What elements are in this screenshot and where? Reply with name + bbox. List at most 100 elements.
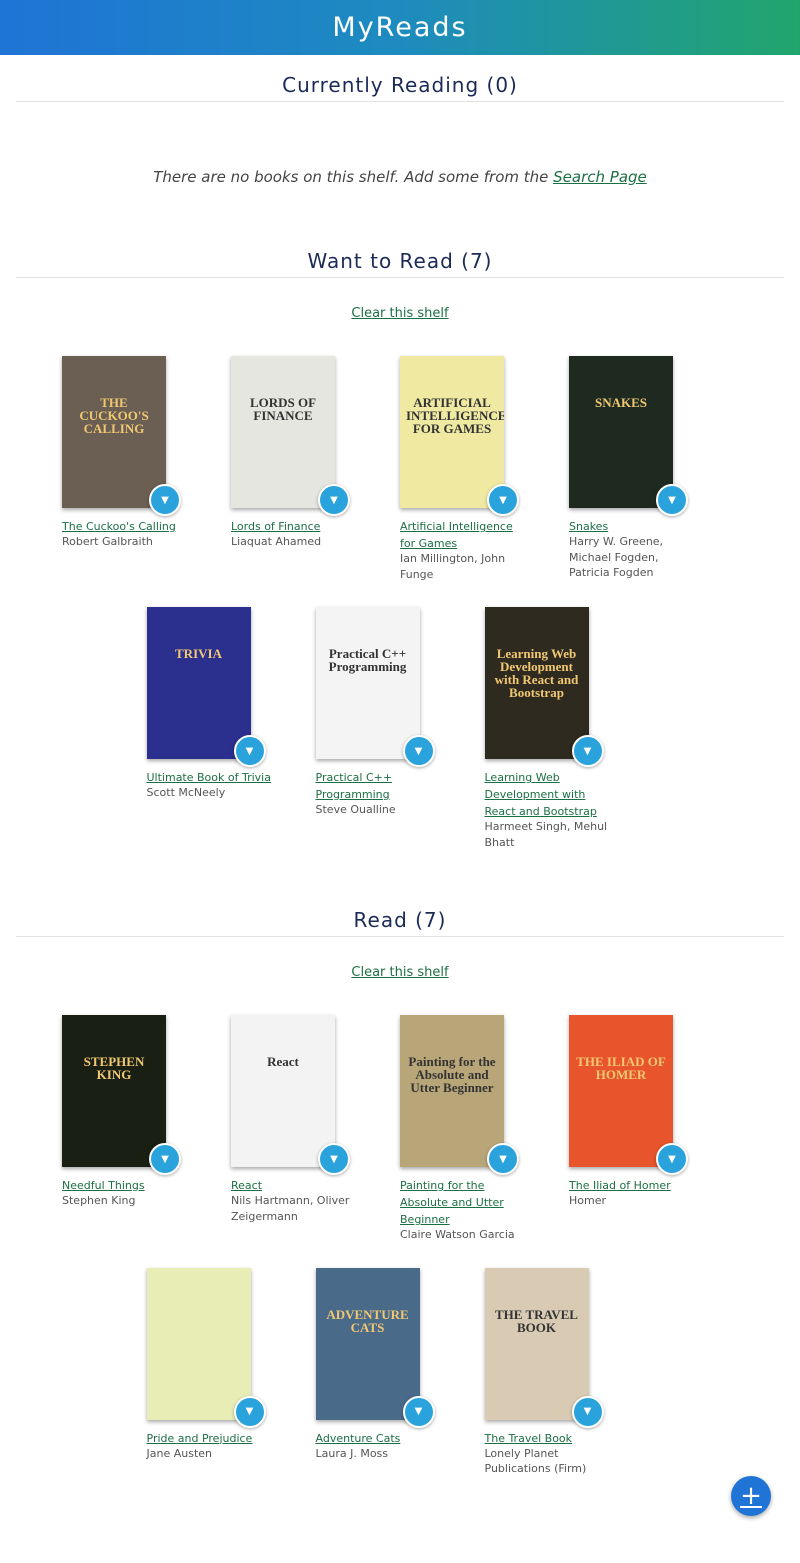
book-title-wrap: Pride and Prejudice xyxy=(147,1429,277,1446)
shelf-changer-button[interactable]: ▼ xyxy=(233,1395,266,1428)
book-title-link[interactable]: Lords of Finance xyxy=(231,520,320,533)
shelf-changer-button[interactable]: ▼ xyxy=(487,484,519,516)
book-title-wrap: Lords of Finance xyxy=(231,517,361,534)
book-authors: Stephen King xyxy=(62,1194,136,1207)
book-title-wrap: The Iliad of Homer xyxy=(569,1176,699,1193)
book-top: Practical C++ Programming ▼ xyxy=(315,607,435,767)
book-card: ARTIFICIAL INTELLIGENCE FOR GAMES ▼ Artifi… xyxy=(400,356,569,582)
book-cover[interactable]: THE CUCKOO'S CALLING xyxy=(62,356,166,508)
book-authors: Claire Watson Garcia xyxy=(400,1228,515,1241)
book-card: TRIVIA ▼ Ultimate Book of Trivia Scott McNe… xyxy=(146,607,316,850)
shelf-changer-button[interactable]: ▼ xyxy=(318,484,350,516)
book-title-link[interactable]: The Iliad of Homer xyxy=(569,1179,671,1192)
shelf-changer-button[interactable]: ▼ xyxy=(571,735,604,767)
book-authors: Ian Millington, John Funge xyxy=(400,552,506,581)
cover-text: LORDS OF FINANCE xyxy=(249,395,317,423)
book-top: STEPHEN KING ▼ xyxy=(62,1015,181,1175)
cover-text: STEPHEN KING xyxy=(83,1054,145,1082)
cover-text: ADVENTURE CATS xyxy=(326,1306,409,1335)
book-cover[interactable]: Learning Web Development with React and … xyxy=(484,607,589,759)
book-authors: Lonely Planet Publications (Firm) xyxy=(484,1446,587,1476)
add-book-button[interactable]: + xyxy=(731,1476,771,1516)
book-title-wrap: The Cuckoo's Calling xyxy=(62,517,192,534)
plus-icon: + xyxy=(740,1481,762,1511)
book-cover[interactable]: THE TRAVEL BOOK xyxy=(484,1267,589,1420)
arrow-drop-down-icon: ▼ xyxy=(583,745,592,757)
shelf-changer-button[interactable]: ▼ xyxy=(487,1143,519,1175)
cover-text: Learning Web Development with React and … xyxy=(494,646,579,700)
book-title-link[interactable]: React xyxy=(231,1179,262,1192)
shelf-changer-button[interactable]: ▼ xyxy=(656,1143,688,1175)
book-authors: Homer xyxy=(569,1194,607,1207)
book-cover[interactable]: ADVENTURE CATS xyxy=(315,1267,420,1420)
book-title-link[interactable]: Needful Things xyxy=(62,1179,145,1192)
book-card: THE CUCKOO'S CALLING ▼ The Cuckoo's Callin… xyxy=(62,356,231,582)
shelf-changer-button[interactable]: ▼ xyxy=(233,735,266,767)
arrow-drop-down-icon: ▼ xyxy=(583,1406,592,1417)
shelf-title: Read (7) xyxy=(16,908,784,937)
book-title-link[interactable]: Pride and Prejudice xyxy=(147,1432,253,1445)
book-authors: Nils Hartmann, Oliver Zeigermann xyxy=(231,1194,350,1223)
book-card: ▼ Pride and Prejudice Jane Austen xyxy=(146,1267,316,1477)
arrow-drop-down-icon: ▼ xyxy=(499,494,507,506)
book-title-link[interactable]: Painting for the Absolute and Utter Begi… xyxy=(400,1179,504,1226)
book-cover[interactable]: Painting for the Absolute and Utter Begi… xyxy=(400,1015,504,1167)
book-cover[interactable]: LORDS OF FINANCE xyxy=(231,356,335,508)
book-authors: Harry W. Greene, Michael Fogden, Patrici… xyxy=(569,535,664,579)
book-cover[interactable]: TRIVIA xyxy=(146,607,251,759)
search-page-link[interactable]: Search Page xyxy=(553,168,647,186)
book-cover[interactable]: React xyxy=(231,1015,335,1167)
shelf-changer-button[interactable]: ▼ xyxy=(402,735,435,767)
book-title-wrap: Learning Web Development with React and … xyxy=(485,768,615,819)
shelf-changer-button[interactable]: ▼ xyxy=(318,1143,350,1175)
book-top: ▼ xyxy=(146,1267,266,1428)
book-grid: THE CUCKOO'S CALLING ▼ The Cuckoo's Callin… xyxy=(0,356,800,850)
book-title-link[interactable]: Practical C++ Programming xyxy=(316,771,393,801)
book-title-link[interactable]: The Cuckoo's Calling xyxy=(62,520,176,533)
empty-shelf-text: There are no books on this shelf. Add so… xyxy=(153,168,549,186)
arrow-drop-down-icon: ▼ xyxy=(245,745,254,757)
arrow-drop-down-icon: ▼ xyxy=(499,1153,507,1165)
shelf-changer-button[interactable]: ▼ xyxy=(402,1395,435,1428)
book-cover[interactable] xyxy=(146,1267,251,1420)
arrow-drop-down-icon: ▼ xyxy=(330,1153,338,1165)
book-top: TRIVIA ▼ xyxy=(146,607,266,767)
shelf-changer-button[interactable]: ▼ xyxy=(656,484,688,516)
book-title-link[interactable]: Ultimate Book of Trivia xyxy=(147,771,271,784)
book-grid: STEPHEN KING ▼ Needful Things Stephen King R… xyxy=(0,1015,800,1477)
clear-shelf-link[interactable]: Clear this shelf xyxy=(0,306,800,321)
cover-text: Practical C++ Programming xyxy=(328,646,407,674)
shelf-changer-button[interactable]: ▼ xyxy=(571,1395,604,1428)
arrow-drop-down-icon: ▼ xyxy=(245,1406,254,1417)
book-cover[interactable]: THE ILIAD OF HOMER xyxy=(569,1015,673,1167)
book-top: Learning Web Development with React and … xyxy=(484,607,604,767)
book-cover[interactable]: Practical C++ Programming xyxy=(315,607,420,759)
shelf-changer-button[interactable]: ▼ xyxy=(149,1143,181,1175)
arrow-drop-down-icon: ▼ xyxy=(330,494,338,506)
book-title-link[interactable]: Artificial Intelligence for Games xyxy=(400,520,513,550)
book-cover[interactable]: STEPHEN KING xyxy=(62,1015,166,1167)
shelf-read: Read (7) Clear this shelf STEPHEN KING ▼ N… xyxy=(0,908,800,1477)
book-card: LORDS OF FINANCE ▼ Lords of Finance Liaquat… xyxy=(231,356,400,582)
book-cover[interactable]: ARTIFICIAL INTELLIGENCE FOR GAMES xyxy=(400,356,504,508)
book-card: Practical C++ Programming ▼ Practical C++ … xyxy=(315,607,485,850)
cover-text: THE CUCKOO'S CALLING xyxy=(79,395,149,436)
book-authors: Harmeet Singh, Mehul Bhatt xyxy=(484,820,608,849)
book-title-link[interactable]: Snakes xyxy=(569,520,608,533)
book-authors: Jane Austen xyxy=(146,1446,213,1460)
book-top: THE CUCKOO'S CALLING ▼ xyxy=(62,356,181,516)
book-title-wrap: Practical C++ Programming xyxy=(316,768,446,802)
book-cover[interactable]: SNAKES xyxy=(569,356,673,508)
arrow-drop-down-icon: ▼ xyxy=(161,1153,169,1165)
book-title-wrap: Adventure Cats xyxy=(316,1429,446,1446)
book-card: React ▼ React Nils Hartmann, Oliver Zeigerm… xyxy=(231,1015,400,1243)
shelf-title: Currently Reading (0) xyxy=(16,73,784,102)
book-title-link[interactable]: The Travel Book xyxy=(485,1432,573,1445)
book-title-link[interactable]: Learning Web Development with React and … xyxy=(485,771,597,818)
book-title-link[interactable]: Adventure Cats xyxy=(316,1432,401,1445)
clear-shelf-link[interactable]: Clear this shelf xyxy=(0,965,800,980)
shelf-changer-button[interactable]: ▼ xyxy=(149,484,181,516)
book-authors: Steve Oualline xyxy=(315,803,396,816)
cover-text: THE TRAVEL BOOK xyxy=(495,1306,578,1335)
book-authors: Robert Galbraith xyxy=(62,535,153,548)
